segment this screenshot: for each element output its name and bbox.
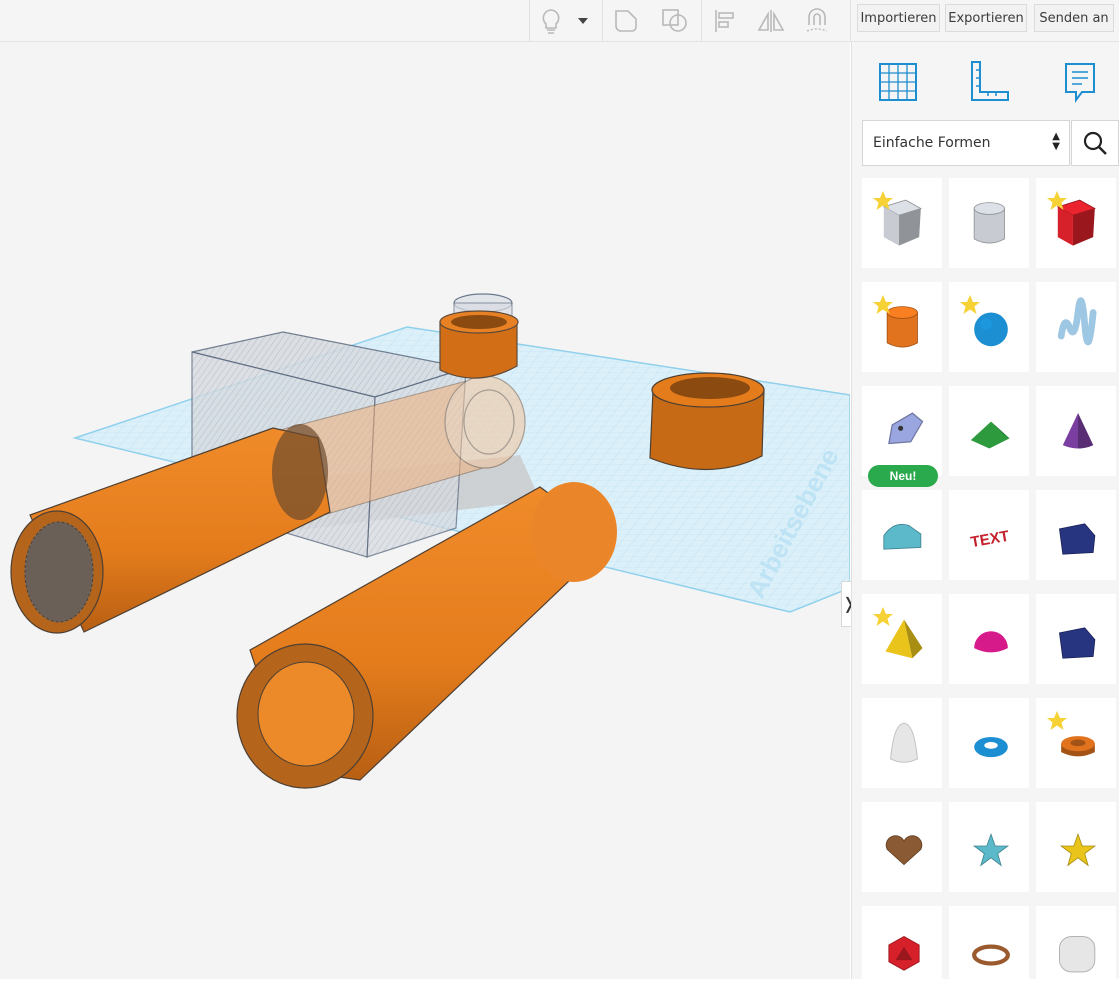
- star-shape-icon: [972, 832, 1010, 867]
- shape-tile-star[interactable]: [949, 802, 1029, 892]
- heart-shape-icon: [885, 835, 923, 866]
- shape-tile-round-roof[interactable]: [862, 490, 942, 580]
- shape-tile-text[interactable]: TEXT: [949, 490, 1029, 580]
- ruler-icon[interactable]: [962, 56, 1014, 108]
- ungroup-icon[interactable]: [657, 3, 693, 39]
- group-icon[interactable]: [608, 3, 644, 39]
- new-badge: Neu!: [868, 465, 938, 487]
- shape-tile-rounded-box[interactable]: [1036, 906, 1116, 996]
- cruise-magnet-icon[interactable]: [799, 3, 835, 39]
- import-button[interactable]: Importieren: [857, 4, 940, 32]
- shape-tile-polygon[interactable]: [1036, 594, 1116, 684]
- svg-text:TEXT: TEXT: [969, 528, 1011, 552]
- toolbar-divider: [701, 0, 702, 41]
- shapes-panel: Einfache Formen ▲ ▼ Neu! TEXT: [851, 42, 1119, 996]
- half-sphere-shape-icon: [974, 631, 1008, 653]
- ring-shape-icon: [972, 944, 1010, 966]
- notes-icon[interactable]: [1054, 56, 1106, 108]
- cone-shape-icon: [1062, 413, 1094, 449]
- shape-generator-shape-icon: [888, 412, 924, 445]
- lightbulb-icon[interactable]: [533, 3, 569, 39]
- torus-shape-icon: [974, 736, 1008, 758]
- favorite-star-icon: [1047, 711, 1067, 730]
- text-shape-icon: TEXT: [969, 528, 1011, 552]
- favorite-star-icon: [1047, 191, 1067, 210]
- workplane-grid-icon[interactable]: [872, 56, 924, 108]
- shape-tile-icosahedron[interactable]: [862, 906, 942, 996]
- shape-tile-tube[interactable]: [1036, 698, 1116, 788]
- shape-tile-paraboloid[interactable]: [862, 698, 942, 788]
- favorite-star-icon: [873, 295, 893, 314]
- cylinder-hole-shape-icon: [973, 202, 1005, 244]
- shape-tile-heart[interactable]: [862, 802, 942, 892]
- shape-tile-wedge[interactable]: [1036, 490, 1116, 580]
- align-icon[interactable]: [707, 3, 743, 39]
- search-button[interactable]: [1071, 120, 1119, 166]
- favorite-star-icon: [873, 607, 893, 626]
- shape-tile-half-sphere[interactable]: [949, 594, 1029, 684]
- shape-tile-torus[interactable]: [949, 698, 1029, 788]
- export-button[interactable]: Exportieren: [945, 4, 1027, 32]
- shape-tile-box[interactable]: [1036, 178, 1116, 268]
- round-roof-shape-icon: [883, 523, 922, 550]
- wedge-shape-icon: [1059, 523, 1096, 555]
- toolbar-divider: [529, 0, 530, 41]
- lightbulb-dropdown-icon[interactable]: [569, 3, 597, 39]
- star-yellow-shape-icon: [1059, 832, 1097, 867]
- shape-tile-ring[interactable]: [949, 906, 1029, 996]
- polygon-shape-icon: [1059, 627, 1096, 659]
- shape-tile-roof[interactable]: [949, 386, 1029, 476]
- shape-category-value: Einfache Formen: [873, 135, 991, 151]
- shape-tile-pyramid[interactable]: [862, 594, 942, 684]
- shape-tile-cylinder[interactable]: [862, 282, 942, 372]
- shape-category-select[interactable]: Einfache Formen ▲ ▼: [862, 120, 1070, 166]
- toolbar-divider: [602, 0, 603, 41]
- shape-tile-cone[interactable]: [1036, 386, 1116, 476]
- top-toolbar: Importieren Exportieren Senden an: [0, 0, 1119, 42]
- search-icon: [1083, 131, 1107, 155]
- shape-tile-scribble[interactable]: [1036, 282, 1116, 372]
- shape-tile-shape-generator[interactable]: Neu!: [862, 386, 942, 487]
- select-arrows-icon: ▲ ▼: [1052, 131, 1060, 152]
- send-to-button[interactable]: Senden an: [1034, 4, 1114, 32]
- small-tube-object[interactable]: [439, 293, 519, 379]
- favorite-star-icon: [960, 295, 980, 314]
- shape-tile-cylinder-hole[interactable]: [949, 178, 1029, 268]
- mirror-icon[interactable]: [753, 3, 789, 39]
- toolbar-divider: [850, 0, 851, 41]
- paraboloid-shape-icon: [890, 723, 918, 763]
- roof-shape-icon: [970, 421, 1010, 449]
- tube-object[interactable]: [649, 372, 765, 471]
- scene-canvas[interactable]: Arbeitsebene: [0, 42, 850, 979]
- rounded-box-shape-icon: [1059, 936, 1096, 973]
- 3d-viewport[interactable]: Arbeitsebene: [0, 42, 850, 979]
- shape-tile-box-hole[interactable]: [862, 178, 942, 268]
- favorite-star-icon: [873, 191, 893, 210]
- shape-tile-star-yellow[interactable]: [1036, 802, 1116, 892]
- shape-tile-sphere[interactable]: [949, 282, 1029, 372]
- icosahedron-shape-icon: [888, 936, 920, 971]
- scribble-shape-icon: [1057, 297, 1097, 346]
